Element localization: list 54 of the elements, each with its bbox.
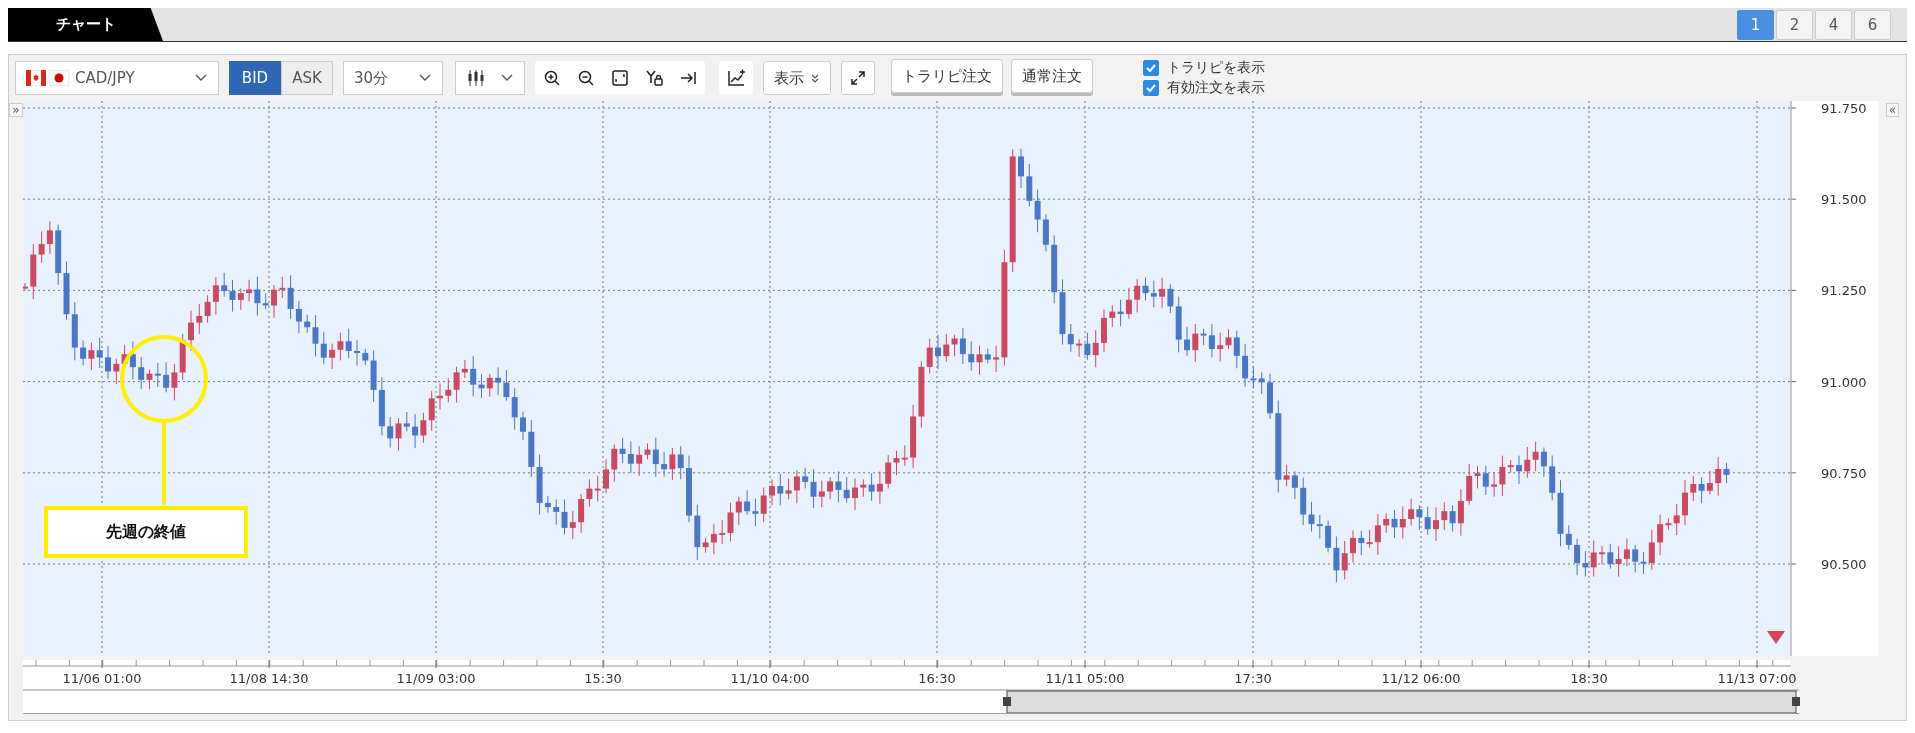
arrow-to-bar-icon: [679, 69, 697, 87]
layout-button[interactable]: 6: [1854, 9, 1891, 40]
range-selector[interactable]: [1006, 690, 1797, 714]
frame-icon: [611, 69, 629, 87]
triangle-marker-icon: [1767, 631, 1785, 644]
order-button[interactable]: トラリピ注文: [891, 59, 1003, 93]
checkbox-label: 有効注文を表示: [1167, 79, 1265, 97]
time-label: 17:30: [1234, 671, 1272, 686]
annotation-label: 先週の終値: [44, 506, 248, 558]
layout-button[interactable]: 4: [1815, 9, 1852, 40]
checkbox-label: トラリピを表示: [1167, 59, 1265, 77]
interval-dropdown[interactable]: 30分: [343, 61, 443, 95]
price-label: 90.500: [1821, 557, 1867, 572]
add-indicator-button[interactable]: [719, 61, 753, 95]
order-button[interactable]: 通常注文: [1011, 59, 1093, 93]
time-label: 11/13 07:00: [1717, 671, 1797, 686]
japan-flag-icon: [49, 70, 69, 86]
zoom-out-icon: [577, 69, 595, 87]
layout-button[interactable]: 2: [1776, 9, 1813, 40]
time-label: 11/06 01:00: [62, 671, 142, 686]
time-label: 11/12 06:00: [1381, 671, 1461, 686]
currency-pair-label: CAD/JPY: [75, 69, 135, 87]
checkbox[interactable]: [1143, 80, 1159, 96]
fullscreen-button[interactable]: [841, 61, 875, 95]
candlestick-icon: [466, 69, 486, 87]
checkbox[interactable]: [1143, 60, 1159, 76]
price-label: 91.750: [1821, 101, 1867, 116]
price-side-toggle[interactable]: ASK: [281, 61, 333, 95]
range-handle[interactable]: [1003, 697, 1011, 706]
price-side-toggle[interactable]: BID: [229, 61, 281, 95]
expand-icon: [849, 69, 867, 87]
chart-type-dropdown[interactable]: [455, 61, 525, 95]
collapse-left-toggle[interactable]: »: [9, 103, 23, 117]
currency-pair-dropdown[interactable]: CAD/JPY: [15, 61, 219, 95]
canada-flag-icon: [26, 70, 46, 86]
chart-plus-icon: [726, 69, 746, 87]
price-label: 91.500: [1821, 192, 1867, 208]
time-label: 11/09 03:00: [396, 671, 476, 686]
time-label: 15:30: [584, 671, 622, 686]
range-handle[interactable]: [1792, 697, 1800, 706]
zoom-in-icon: [543, 69, 561, 87]
display-menu-button[interactable]: 表示: [763, 61, 831, 95]
chart-tab[interactable]: チャート: [8, 8, 163, 41]
time-label: 11/10 04:00: [730, 671, 810, 686]
price-label: 90.750: [1821, 465, 1867, 481]
time-label: 11/11 05:00: [1045, 671, 1125, 686]
price-label: 91.250: [1821, 283, 1867, 299]
y-lock-icon: [645, 69, 663, 87]
time-label: 11/08 14:30: [229, 671, 309, 686]
price-label: 91.000: [1821, 374, 1867, 390]
collapse-right-toggle[interactable]: «: [1885, 103, 1900, 117]
time-label: 18:30: [1570, 671, 1608, 686]
time-label: 16:30: [918, 671, 956, 686]
double-caret-icon: [810, 72, 820, 84]
